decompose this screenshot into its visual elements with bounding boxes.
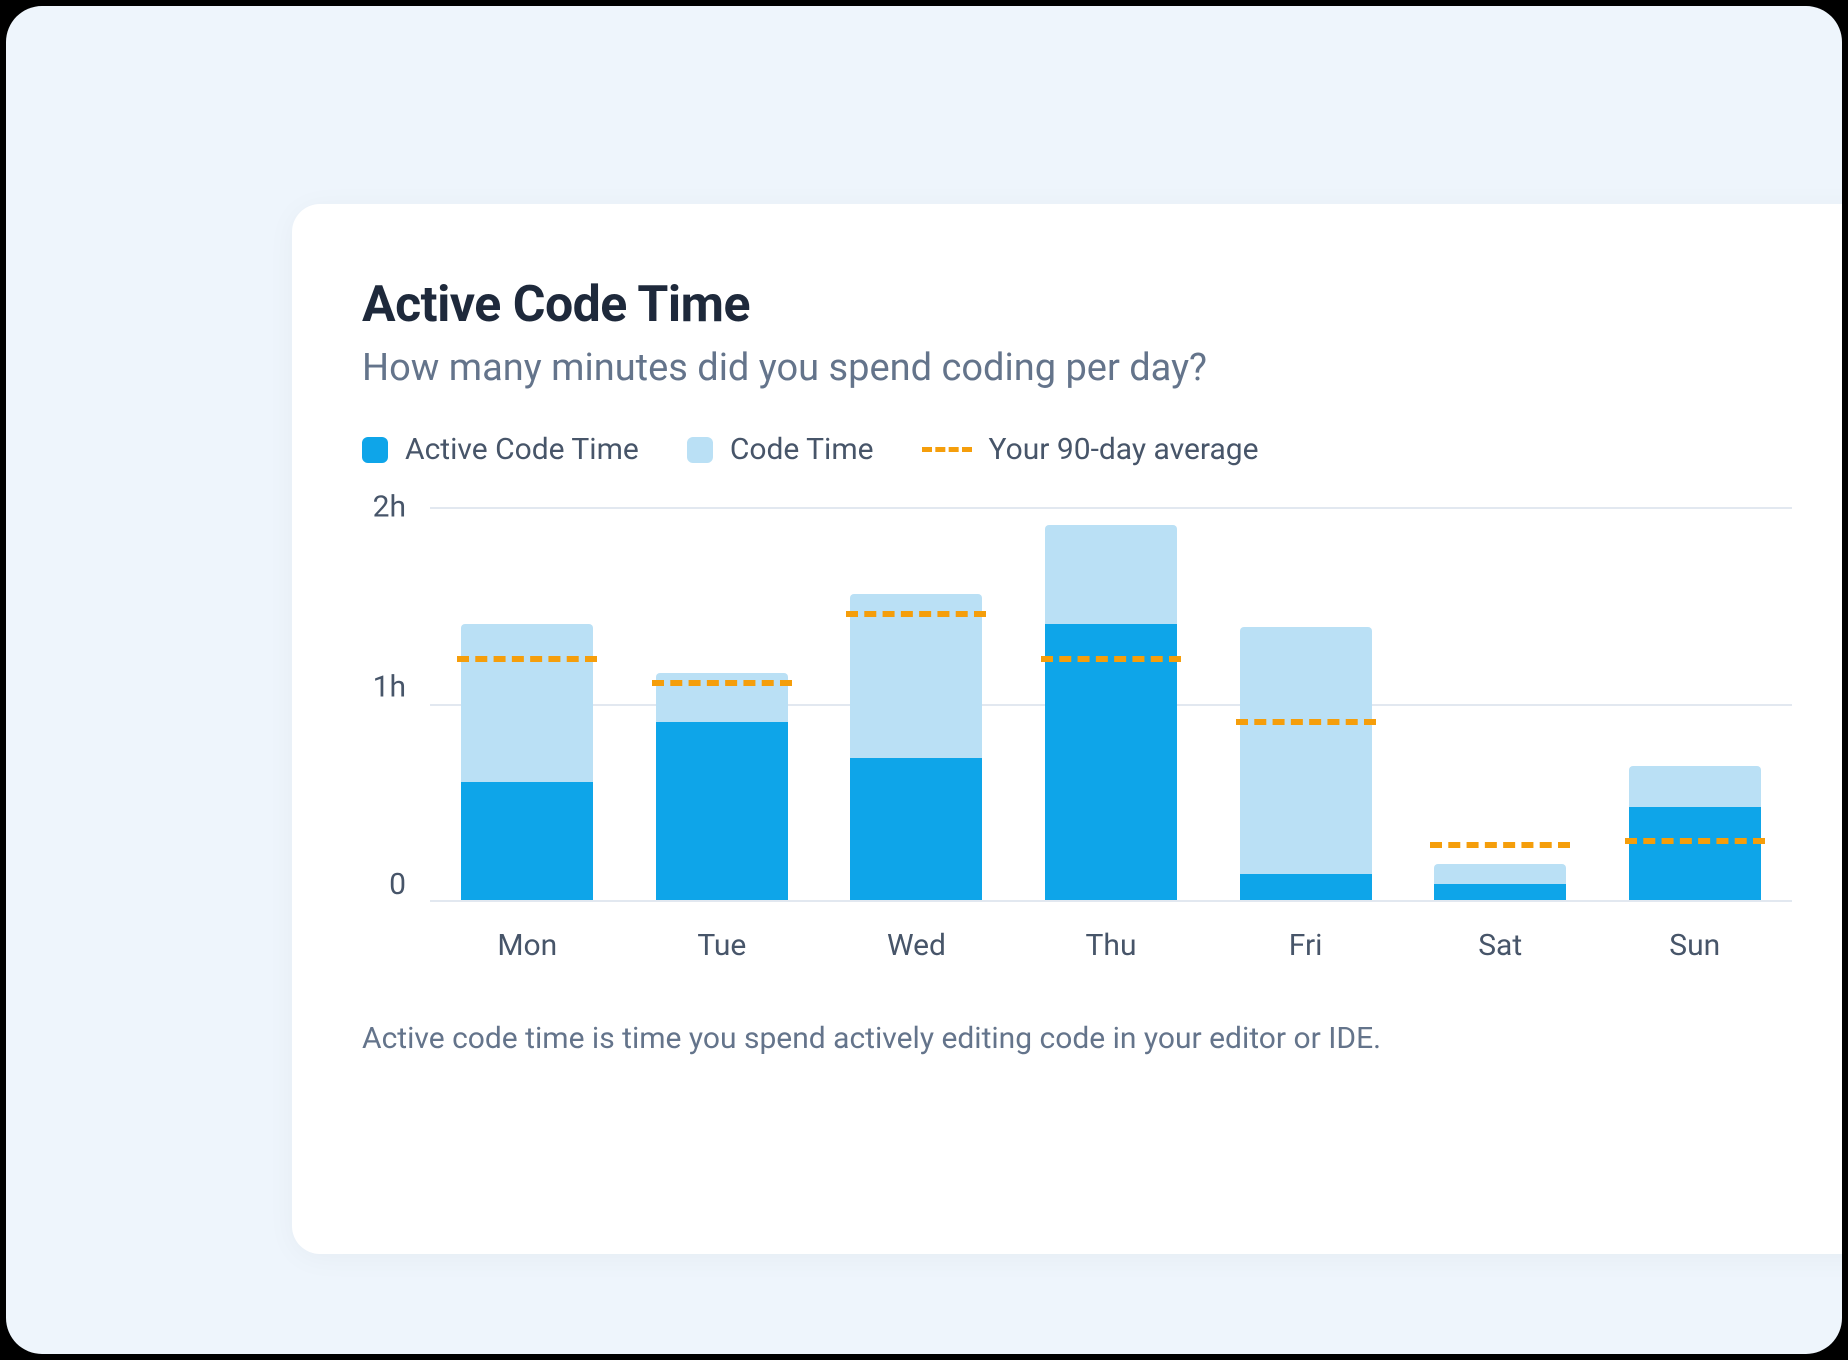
bar-active-code-time xyxy=(461,782,593,901)
xlabel-sun: Sun xyxy=(1597,928,1792,963)
avg-line xyxy=(1236,719,1376,725)
legend-label-avg: Your 90-day average xyxy=(989,432,1259,467)
bar-slot-mon xyxy=(430,507,625,900)
bar-mon xyxy=(461,624,593,901)
bar-thu xyxy=(1045,525,1177,900)
avg-line xyxy=(652,680,792,686)
avg-line xyxy=(1430,842,1570,848)
bar-active-code-time xyxy=(1629,807,1761,900)
avg-line xyxy=(1625,838,1765,844)
bar-code-time xyxy=(461,624,593,782)
ytick-2h: 2h xyxy=(373,490,406,525)
ytick-0: 0 xyxy=(389,867,406,902)
legend-item-avg: Your 90-day average xyxy=(922,432,1259,467)
bar-sun xyxy=(1629,766,1761,900)
legend-swatch-active xyxy=(362,437,388,463)
bar-code-time xyxy=(1240,627,1372,874)
bar-active-code-time xyxy=(850,758,982,900)
bar-sat xyxy=(1434,864,1566,900)
xlabel-tue: Tue xyxy=(625,928,820,963)
bar-active-code-time xyxy=(656,722,788,900)
bar-active-code-time xyxy=(1045,624,1177,901)
xlabel-fri: Fri xyxy=(1208,928,1403,963)
bars-container xyxy=(430,507,1792,900)
chart-footer-note: Active code time is time you spend activ… xyxy=(362,1021,1792,1056)
bar-slot-sat xyxy=(1403,507,1598,900)
bar-slot-tue xyxy=(625,507,820,900)
chart-card: Active Code Time How many minutes did yo… xyxy=(292,204,1842,1254)
legend-dashline-avg xyxy=(922,447,972,452)
legend-item-active: Active Code Time xyxy=(362,432,639,467)
bar-wed xyxy=(850,594,982,900)
bar-slot-sun xyxy=(1597,507,1792,900)
bar-code-time xyxy=(1434,864,1566,884)
legend-label-code: Code Time xyxy=(730,432,874,467)
legend-item-code: Code Time xyxy=(687,432,874,467)
xlabel-wed: Wed xyxy=(819,928,1014,963)
chart-title: Active Code Time xyxy=(362,276,1792,334)
page-background: Active Code Time How many minutes did yo… xyxy=(6,6,1842,1354)
chart-subtitle: How many minutes did you spend coding pe… xyxy=(362,346,1792,390)
xlabel-sat: Sat xyxy=(1403,928,1598,963)
xlabel-mon: Mon xyxy=(430,928,625,963)
xlabel-thu: Thu xyxy=(1014,928,1209,963)
avg-line xyxy=(457,656,597,662)
bar-code-time xyxy=(850,594,982,758)
y-axis: 2h 1h 0 xyxy=(368,507,430,902)
avg-line xyxy=(846,611,986,617)
bar-slot-thu xyxy=(1014,507,1209,900)
bar-active-code-time xyxy=(1434,884,1566,900)
bar-active-code-time xyxy=(1240,874,1372,900)
bar-code-time xyxy=(1629,766,1761,807)
chart-area: 2h 1h 0 xyxy=(368,507,1792,902)
bar-slot-wed xyxy=(819,507,1014,900)
bar-tue xyxy=(656,673,788,900)
bar-code-time xyxy=(1045,525,1177,624)
ytick-1h: 1h xyxy=(373,670,406,705)
x-axis: MonTueWedThuFriSatSun xyxy=(430,928,1792,963)
avg-line xyxy=(1041,656,1181,662)
legend-swatch-code xyxy=(687,437,713,463)
bar-fri xyxy=(1240,627,1372,900)
plot-area xyxy=(430,507,1792,902)
legend-label-active: Active Code Time xyxy=(405,432,639,467)
chart-legend: Active Code Time Code Time Your 90-day a… xyxy=(362,432,1792,467)
bar-slot-fri xyxy=(1208,507,1403,900)
